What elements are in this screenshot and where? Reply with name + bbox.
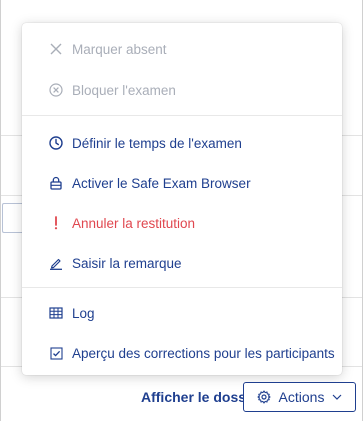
exclamation-icon	[48, 215, 64, 231]
menu-item-enter-remark[interactable]: Saisir la remarque	[22, 243, 342, 283]
menu-item-set-exam-time[interactable]: Définir le temps de l'examen	[22, 123, 342, 163]
menu-item-label: Log	[72, 305, 95, 321]
actions-button[interactable]: Actions	[243, 382, 356, 412]
menu-item-mark-absent: Marquer absent	[22, 29, 342, 69]
menu-item-cancel-restitution[interactable]: Annuler la restitution	[22, 203, 342, 243]
menu-item-label: Aperçu des corrections pour les particip…	[72, 345, 335, 361]
menu-item-enable-seb[interactable]: Activer le Safe Exam Browser	[22, 163, 342, 203]
menu-item-log[interactable]: Log	[22, 293, 342, 333]
menu-separator	[22, 115, 342, 116]
gear-icon	[256, 390, 271, 404]
lock-icon	[48, 175, 64, 191]
menu-item-block-exam: Bloquer l'examen	[22, 70, 342, 110]
menu-item-label: Activer le Safe Exam Browser	[72, 175, 251, 191]
close-icon	[48, 41, 64, 57]
menu-separator	[22, 287, 342, 288]
chevron-down-icon	[332, 394, 342, 400]
background-border	[0, 0, 1, 421]
background-input-fragment	[2, 203, 22, 233]
checkbox-icon	[48, 345, 64, 361]
menu-item-label: Saisir la remarque	[72, 255, 182, 271]
clock-icon	[48, 135, 64, 151]
menu-item-label: Marquer absent	[72, 41, 167, 57]
menu-item-corrections-preview[interactable]: Aperçu des corrections pour les particip…	[22, 333, 342, 373]
menu-item-label: Définir le temps de l'examen	[72, 135, 242, 151]
table-icon	[48, 305, 64, 321]
menu-item-label: Annuler la restitution	[72, 215, 196, 231]
pencil-icon	[48, 255, 64, 271]
actions-label: Actions	[278, 389, 325, 405]
circle-x-icon	[48, 82, 64, 98]
menu-item-label: Bloquer l'examen	[72, 82, 176, 98]
actions-dropdown-menu: Marquer absent Bloquer l'examen Définir …	[22, 23, 342, 375]
